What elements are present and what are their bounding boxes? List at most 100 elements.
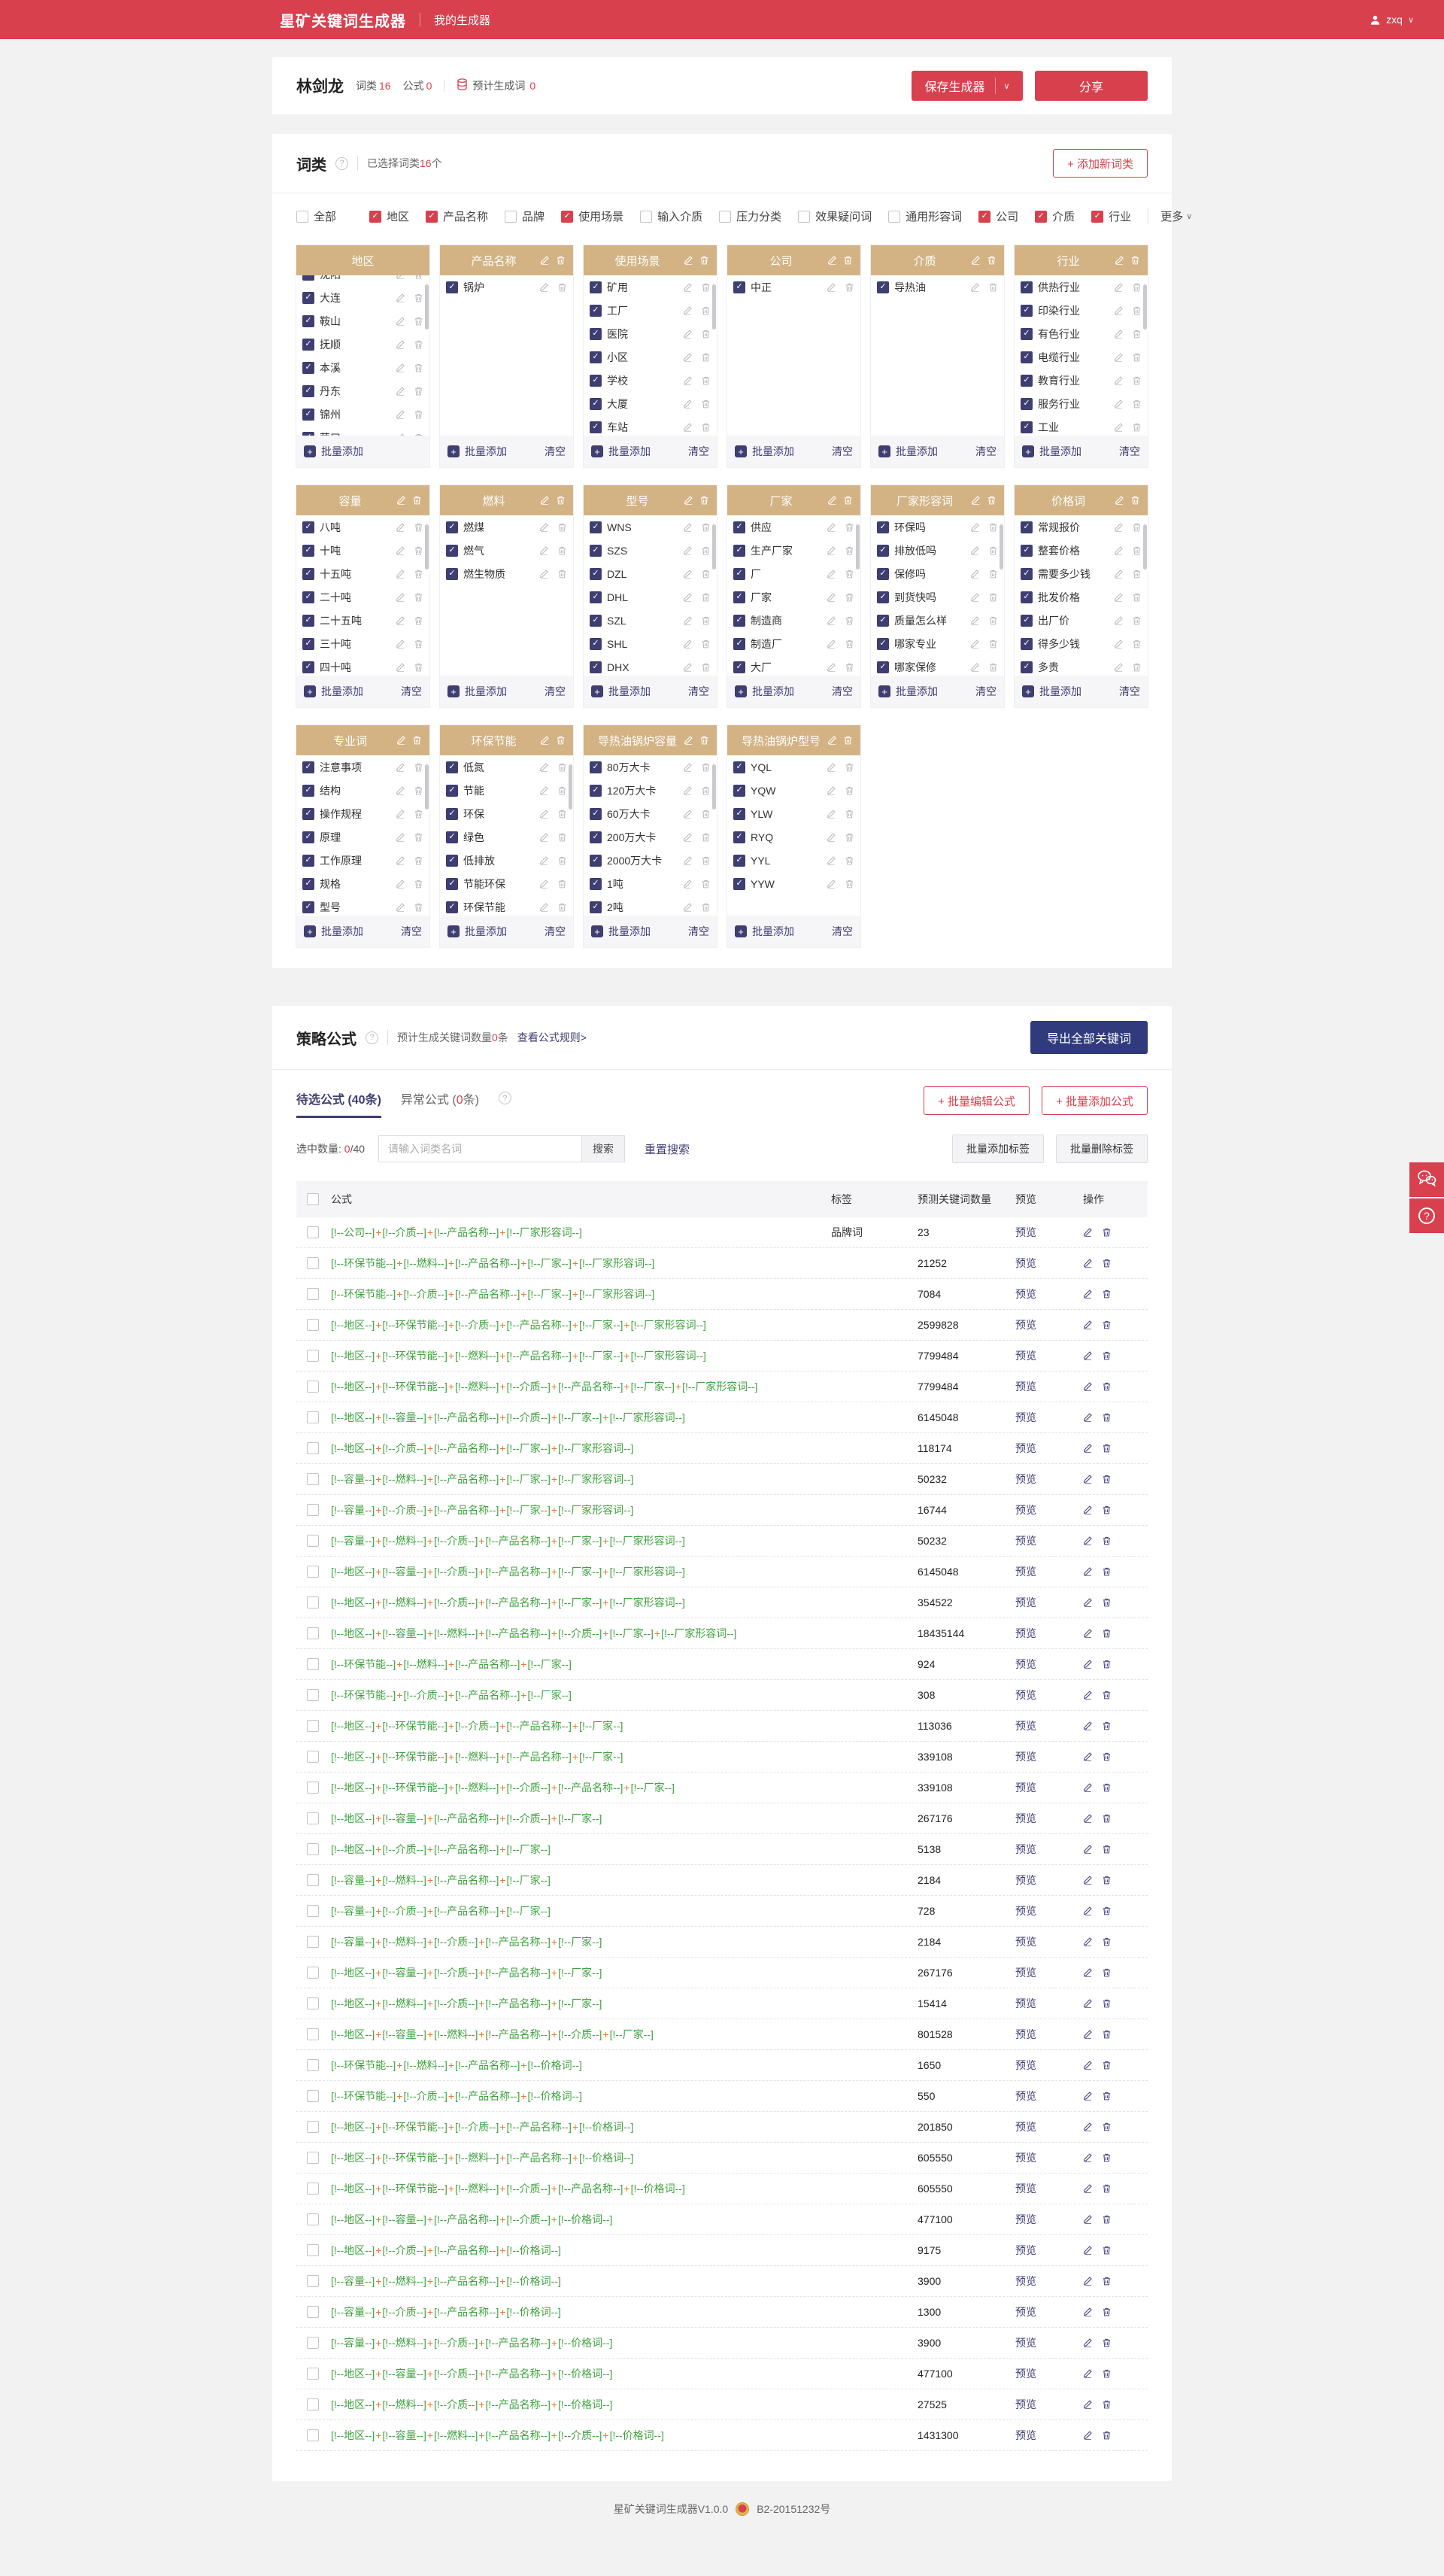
preview-link[interactable]: 预览	[1015, 1658, 1036, 1670]
filter-checkbox-item[interactable]: ✓ 地区	[369, 208, 409, 224]
edit-icon[interactable]	[396, 363, 405, 372]
checkbox[interactable]: ✓	[733, 761, 745, 773]
edit-icon[interactable]	[827, 762, 836, 772]
trash-icon[interactable]	[845, 785, 854, 796]
preview-link[interactable]: 预览	[1015, 2090, 1036, 2102]
checkbox[interactable]: ✓	[302, 384, 314, 397]
checkbox[interactable]: ✓	[733, 831, 745, 843]
trash-icon[interactable]	[414, 809, 423, 819]
batch-add-button[interactable]: + 批量添加	[304, 684, 363, 699]
row-checkbox[interactable]	[307, 1257, 319, 1269]
trash-icon[interactable]	[845, 282, 854, 293]
row-checkbox[interactable]	[307, 1535, 319, 1547]
row-checkbox[interactable]	[307, 2368, 319, 2380]
edit-icon[interactable]	[971, 255, 981, 266]
trash-icon[interactable]	[414, 662, 423, 673]
checkbox[interactable]: ✓	[733, 614, 745, 627]
trash-icon[interactable]	[414, 293, 423, 303]
checkbox[interactable]: ✓	[369, 210, 382, 223]
edit-icon[interactable]	[970, 522, 980, 532]
trash-icon[interactable]	[1132, 375, 1142, 386]
edit-icon[interactable]	[970, 615, 980, 625]
edit-icon[interactable]	[396, 879, 405, 889]
edit-icon[interactable]	[827, 615, 836, 625]
trash-icon[interactable]	[845, 832, 854, 843]
checkbox[interactable]: ✓	[302, 567, 314, 580]
batch-add-button[interactable]: + 批量添加	[591, 684, 651, 699]
clear-button[interactable]: 清空	[545, 924, 566, 939]
edit-icon[interactable]	[1083, 2091, 1093, 2101]
trash-icon[interactable]	[1132, 352, 1142, 363]
edit-icon[interactable]	[1083, 1659, 1093, 1669]
checkbox[interactable]: ✓	[590, 544, 602, 557]
trash-icon[interactable]	[987, 255, 997, 266]
preview-link[interactable]: 预览	[1015, 1411, 1036, 1423]
filter-checkbox-item[interactable]: 压力分类	[719, 208, 781, 224]
edit-icon[interactable]	[540, 735, 550, 746]
trash-icon[interactable]	[701, 832, 711, 843]
row-checkbox[interactable]	[307, 1782, 319, 1794]
batch-add-button[interactable]: + 批量添加	[878, 684, 938, 699]
edit-icon[interactable]	[1114, 522, 1124, 532]
edit-icon[interactable]	[1083, 1937, 1093, 1947]
trash-icon[interactable]	[557, 762, 567, 773]
trash-icon[interactable]	[1102, 1659, 1112, 1669]
reset-search-link[interactable]: 重置搜索	[645, 1141, 690, 1157]
trash-icon[interactable]	[845, 639, 854, 649]
trash-icon[interactable]	[1132, 569, 1142, 579]
edit-icon[interactable]	[539, 569, 549, 579]
more-filters-link[interactable]: 更多 ∨	[1148, 208, 1192, 224]
trash-icon[interactable]	[1102, 2368, 1112, 2379]
edit-icon[interactable]	[396, 293, 405, 302]
edit-icon[interactable]	[827, 832, 836, 842]
trash-icon[interactable]	[701, 375, 711, 386]
preview-link[interactable]: 预览	[1015, 1596, 1036, 1608]
trash-icon[interactable]	[414, 316, 423, 327]
checkbox[interactable]	[888, 210, 901, 223]
trash-icon[interactable]	[557, 855, 567, 866]
preview-link[interactable]: 预览	[1015, 1504, 1036, 1516]
trash-icon[interactable]	[1132, 522, 1142, 533]
checkbox[interactable]: ✓	[877, 637, 889, 650]
edit-icon[interactable]	[396, 275, 405, 279]
trash-icon[interactable]	[1132, 422, 1142, 433]
trash-icon[interactable]	[701, 762, 711, 773]
batch-add-button[interactable]: + 批量添加	[1022, 684, 1081, 699]
trash-icon[interactable]	[1102, 1844, 1112, 1855]
trash-icon[interactable]	[845, 522, 854, 533]
edit-icon[interactable]	[396, 522, 405, 532]
filter-checkbox-item[interactable]: ✓ 介质	[1035, 208, 1075, 224]
edit-icon[interactable]	[539, 762, 549, 772]
save-generator-button[interactable]: 保存生成器 ∨	[912, 71, 1023, 101]
row-checkbox[interactable]	[307, 1997, 319, 2009]
preview-link[interactable]: 预览	[1015, 1473, 1036, 1485]
row-checkbox[interactable]	[307, 2398, 319, 2410]
row-checkbox[interactable]	[307, 2429, 319, 2441]
preview-link[interactable]: 预览	[1015, 1566, 1036, 1578]
trash-icon[interactable]	[845, 662, 854, 673]
trash-icon[interactable]	[1102, 2245, 1112, 2256]
trash-icon[interactable]	[988, 639, 998, 649]
row-checkbox[interactable]	[307, 1566, 319, 1578]
preview-link[interactable]: 预览	[1015, 1843, 1036, 1855]
edit-icon[interactable]	[1083, 1412, 1093, 1423]
trash-icon[interactable]	[1102, 1258, 1112, 1268]
trash-icon[interactable]	[701, 809, 711, 819]
row-checkbox[interactable]	[307, 1627, 319, 1639]
edit-icon[interactable]	[539, 902, 549, 912]
edit-icon[interactable]	[683, 832, 693, 842]
preview-link[interactable]: 预览	[1015, 1874, 1036, 1886]
trash-icon[interactable]	[699, 255, 709, 266]
batch-add-button[interactable]: + 批量添加	[1022, 444, 1081, 459]
checkbox[interactable]: ✓	[877, 591, 889, 603]
edit-icon[interactable]	[971, 495, 981, 506]
checkbox[interactable]: ✓	[1021, 567, 1033, 580]
checkbox[interactable]: ✓	[1021, 397, 1033, 410]
wechat-contact-button[interactable]	[1409, 1162, 1444, 1197]
checkbox[interactable]: ✓	[877, 521, 889, 533]
trash-icon[interactable]	[1102, 1505, 1112, 1515]
checkbox[interactable]: ✓	[590, 591, 602, 603]
checkbox[interactable]: ✓	[1021, 661, 1033, 673]
batch-add-tag-button[interactable]: 批量添加标签	[952, 1135, 1044, 1163]
checkbox[interactable]: ✓	[1091, 210, 1104, 223]
